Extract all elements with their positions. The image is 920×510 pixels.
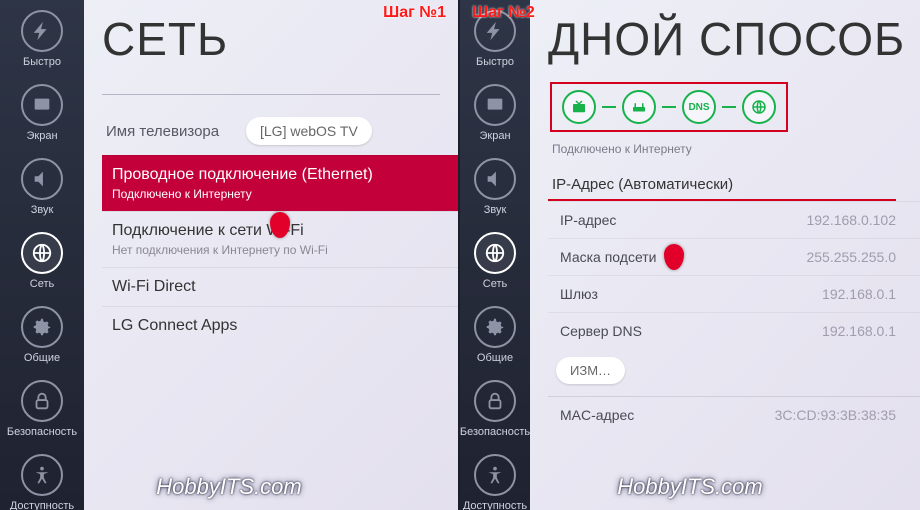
- sidebar-item-label: Доступность: [10, 500, 74, 510]
- connection-status-text: Подключено к Интернету: [552, 142, 920, 156]
- sidebar-item-label: Общие: [477, 352, 513, 364]
- content-step-1: СЕТЬ Имя телевизора [LG] webOS TV Провод…: [84, 0, 458, 510]
- panel-step-1: Шаг №1 Быстро Экран Звук Сеть Общие Безо…: [0, 0, 460, 510]
- sidebar-item-label: Экран: [479, 130, 510, 142]
- list-item-sub: Нет подключения к Интернету по Wi-Fi: [112, 243, 440, 257]
- kv-key: MAC-адрес: [560, 407, 775, 423]
- lg-connect-apps-item[interactable]: LG Connect Apps: [102, 306, 458, 345]
- tv-icon: [562, 90, 596, 124]
- sidebar-item-label: Сеть: [483, 278, 507, 290]
- ip-section-header[interactable]: IP-Адрес (Автоматически): [548, 170, 896, 201]
- dns-server-row: Сервер DNS 192.168.0.1: [548, 312, 920, 349]
- page-title: ДНОЙ СПОСОБ: [548, 12, 920, 66]
- sidebar-item-accessibility[interactable]: Доступность: [0, 448, 84, 510]
- ip-address-row: IP-адрес 192.168.0.102: [548, 201, 920, 238]
- lock-icon: [474, 380, 516, 422]
- kv-value: 192.168.0.1: [822, 323, 896, 339]
- sidebar-item-security[interactable]: Безопасность: [460, 374, 530, 442]
- edit-button[interactable]: ИЗМ…: [556, 357, 625, 384]
- kv-key: IP-адрес: [560, 212, 806, 228]
- sidebar-item-label: Экран: [26, 130, 57, 142]
- content-step-2: ДНОЙ СПОСОБ DNS Подключено к Интернету I…: [530, 0, 920, 510]
- router-icon: [622, 90, 656, 124]
- speaker-icon: [474, 158, 516, 200]
- accessibility-icon: [21, 454, 63, 496]
- sidebar-item-general[interactable]: Общие: [0, 300, 84, 368]
- globe-icon: [21, 232, 63, 274]
- gateway-row: Шлюз 192.168.0.1: [548, 275, 920, 312]
- sidebar-item-general[interactable]: Общие: [460, 300, 530, 368]
- sidebar-item-label: Безопасность: [7, 426, 77, 438]
- list-item-title: LG Connect Apps: [112, 317, 440, 335]
- page-title: СЕТЬ: [102, 12, 458, 66]
- bolt-icon: [21, 10, 63, 52]
- sidebar-item-label: Быстро: [23, 56, 61, 68]
- sidebar: Быстро Экран Звук Сеть Общие Безопасност…: [460, 0, 530, 510]
- internet-icon: [742, 90, 776, 124]
- sidebar-item-accessibility[interactable]: Доступность: [460, 448, 530, 510]
- sidebar: Быстро Экран Звук Сеть Общие Безопасност…: [0, 0, 84, 510]
- kv-value: 192.168.0.1: [822, 286, 896, 302]
- sidebar-item-sound[interactable]: Звук: [460, 152, 530, 220]
- divider: [102, 94, 440, 95]
- tv-name-row[interactable]: Имя телевизора [LG] webOS TV: [102, 107, 458, 155]
- sidebar-item-screen[interactable]: Экран: [460, 78, 530, 146]
- screen-icon: [474, 84, 516, 126]
- kv-value: 192.168.0.102: [806, 212, 896, 228]
- panel-step-2: Шаг №2 Быстро Экран Звук Сеть Общие Безо…: [460, 0, 920, 510]
- sidebar-item-label: Звук: [484, 204, 507, 216]
- tv-name-value[interactable]: [LG] webOS TV: [246, 117, 372, 145]
- sidebar-item-label: Безопасность: [460, 426, 530, 438]
- speaker-icon: [21, 158, 63, 200]
- sidebar-item-sound[interactable]: Звук: [0, 152, 84, 220]
- sidebar-item-network[interactable]: Сеть: [0, 226, 84, 294]
- chain-connector: [722, 106, 736, 108]
- sidebar-item-label: Быстро: [476, 56, 514, 68]
- chain-connector: [602, 106, 616, 108]
- step-2-label: Шаг №2: [472, 4, 535, 22]
- sidebar-item-screen[interactable]: Экран: [0, 78, 84, 146]
- screen-icon: [21, 84, 63, 126]
- mac-address-row: MAC-адрес 3C:CD:93:3B:38:35: [548, 396, 920, 433]
- connection-status-chain: DNS: [550, 82, 788, 132]
- chain-connector: [662, 106, 676, 108]
- globe-icon: [474, 232, 516, 274]
- lock-icon: [21, 380, 63, 422]
- list-item-title: Wi-Fi Direct: [112, 278, 440, 296]
- sidebar-item-label: Звук: [31, 204, 54, 216]
- sidebar-item-quick[interactable]: Быстро: [0, 4, 84, 72]
- dns-icon: DNS: [682, 90, 716, 124]
- ethernet-connection-item[interactable]: Проводное подключение (Ethernet) Подключ…: [102, 155, 458, 211]
- kv-key: Шлюз: [560, 286, 822, 302]
- kv-key: Сервер DNS: [560, 323, 822, 339]
- gear-icon: [474, 306, 516, 348]
- tv-name-label: Имя телевизора: [106, 123, 246, 140]
- kv-value: 3C:CD:93:3B:38:35: [775, 407, 896, 423]
- kv-value: 255.255.255.0: [806, 249, 896, 265]
- list-item-title: Проводное подключение (Ethernet): [112, 166, 440, 184]
- sidebar-item-label: Доступность: [463, 500, 527, 510]
- wifi-direct-item[interactable]: Wi-Fi Direct: [102, 267, 458, 306]
- list-item-sub: Подключено к Интернету: [112, 187, 440, 201]
- accessibility-icon: [474, 454, 516, 496]
- subnet-mask-row: Маска подсети 255.255.255.0: [548, 238, 920, 275]
- sidebar-item-security[interactable]: Безопасность: [0, 374, 84, 442]
- sidebar-item-label: Общие: [24, 352, 60, 364]
- gear-icon: [21, 306, 63, 348]
- sidebar-item-network[interactable]: Сеть: [460, 226, 530, 294]
- sidebar-item-label: Сеть: [30, 278, 54, 290]
